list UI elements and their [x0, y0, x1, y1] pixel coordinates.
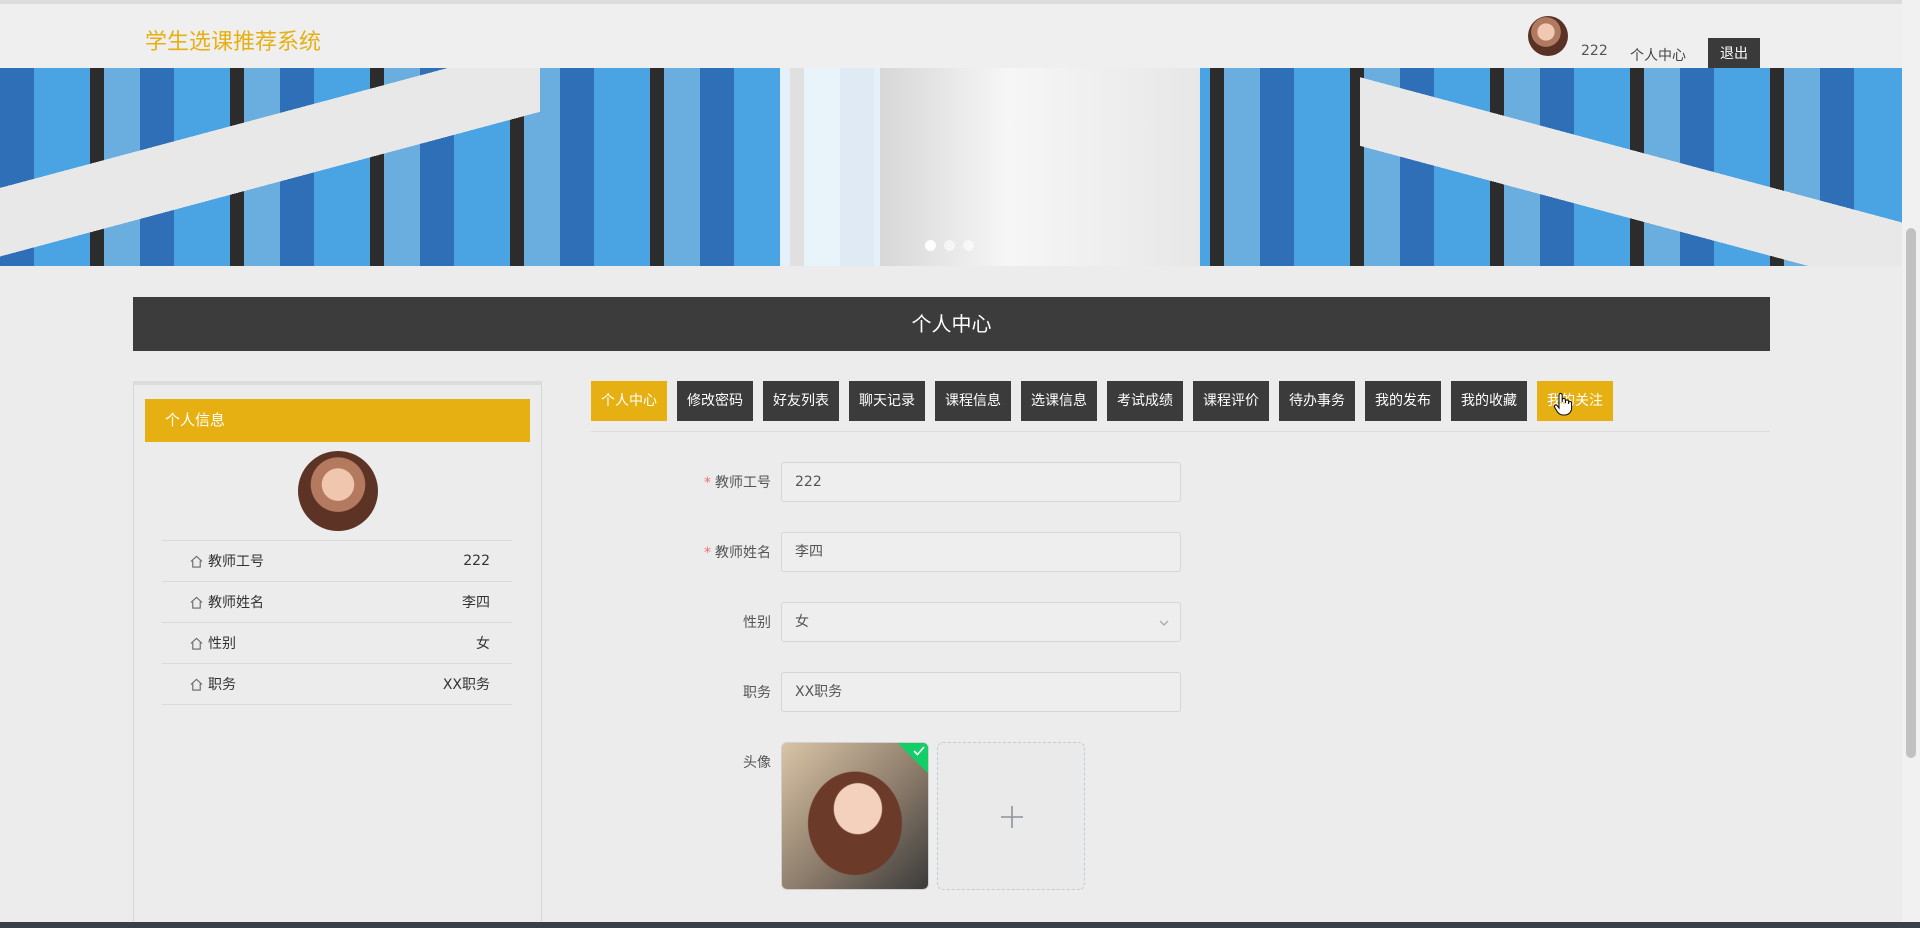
teacher-id-input[interactable]: 222 [781, 462, 1181, 502]
profile-row-label: 教师姓名 [208, 595, 264, 611]
tab-personal-center[interactable]: 个人中心 [591, 381, 667, 421]
profile-panel: 个人信息 教师工号 222 教师姓名 李四 性别 女 职务 XX职务 [133, 381, 542, 928]
taskbar-edge [0, 922, 1920, 928]
tab-selection-info[interactable]: 选课信息 [1021, 381, 1097, 421]
profile-row-label: 职务 [208, 677, 236, 693]
profile-info-list: 教师工号 222 教师姓名 李四 性别 女 职务 XX职务 [162, 540, 512, 705]
profile-row-label-wrap: 职务 [190, 674, 236, 694]
home-icon [190, 596, 203, 609]
tabs-divider [591, 431, 1770, 432]
site-brand[interactable]: 学生选课推荐系统 [145, 24, 321, 56]
banner-image-part [1360, 68, 1902, 266]
profile-row-teacher-name: 教师姓名 李四 [162, 582, 512, 623]
teacher-id-label: * 教师工号 [589, 472, 771, 492]
banner-image-part [880, 68, 1200, 266]
banner-image-part [0, 68, 540, 266]
check-icon [913, 746, 925, 756]
tab-todo[interactable]: 待办事务 [1279, 381, 1355, 421]
scrollbar-thumb[interactable] [1906, 228, 1916, 758]
carousel-dot[interactable] [944, 240, 955, 251]
profile-row-value: 女 [476, 636, 490, 652]
profile-row-gender: 性别 女 [162, 623, 512, 664]
home-icon [190, 637, 203, 650]
avatar-label: 头像 [743, 755, 771, 771]
tab-my-follows[interactable]: 我的关注 [1537, 381, 1613, 421]
tab-friend-list[interactable]: 好友列表 [763, 381, 839, 421]
profile-avatar [298, 451, 378, 531]
tab-chat-history[interactable]: 聊天记录 [849, 381, 925, 421]
tab-course-review[interactable]: 课程评价 [1193, 381, 1269, 421]
profile-row-label: 性别 [208, 636, 236, 652]
carousel-indicators [925, 240, 974, 251]
teacher-name-label-text: 教师姓名 [715, 545, 771, 561]
avatar-preview[interactable] [781, 742, 929, 890]
top-header: 学生选课推荐系统 222 个人中心 退出 [0, 0, 1902, 70]
carousel-dot[interactable] [963, 240, 974, 251]
required-mark: * [704, 545, 711, 561]
teacher-id-label-text: 教师工号 [715, 475, 771, 491]
required-mark: * [704, 475, 711, 491]
carousel-dot[interactable] [925, 240, 936, 251]
page-scrollbar[interactable] [1902, 0, 1920, 928]
chevron-down-icon [1159, 620, 1169, 626]
position-label: 职务 [743, 685, 771, 701]
center-tabs: 个人中心 修改密码 好友列表 聊天记录 课程信息 选课信息 考试成绩 课程评价 … [591, 381, 1613, 421]
page-title: 个人中心 [133, 297, 1770, 351]
profile-row-label-wrap: 教师姓名 [190, 592, 264, 612]
personal-center-link[interactable]: 个人中心 [1630, 45, 1686, 65]
gender-select[interactable]: 女 [781, 602, 1181, 642]
profile-row-teacher-id: 教师工号 222 [162, 541, 512, 582]
profile-panel-header: 个人信息 [145, 399, 530, 442]
position-input[interactable]: XX职务 [781, 672, 1181, 712]
profile-row-value: XX职务 [442, 677, 490, 693]
logout-button[interactable]: 退出 [1708, 38, 1760, 70]
profile-row-value: 222 [463, 553, 490, 569]
tab-course-info[interactable]: 课程信息 [935, 381, 1011, 421]
header-username: 222 [1581, 43, 1608, 59]
tab-exam-scores[interactable]: 考试成绩 [1107, 381, 1183, 421]
hand-cursor-icon [1553, 392, 1573, 416]
teacher-name-label: * 教师姓名 [589, 542, 771, 562]
profile-row-position: 职务 XX职务 [162, 664, 512, 705]
tab-my-favorites[interactable]: 我的收藏 [1451, 381, 1527, 421]
home-icon [190, 678, 203, 691]
profile-row-label-wrap: 教师工号 [190, 551, 264, 571]
home-icon [190, 555, 203, 568]
gender-label: 性别 [743, 615, 771, 631]
gender-select-value: 女 [795, 614, 809, 630]
profile-row-label-wrap: 性别 [190, 633, 236, 653]
profile-row-value: 李四 [462, 595, 490, 611]
plus-icon [1001, 806, 1023, 828]
user-avatar[interactable] [1528, 16, 1568, 56]
teacher-name-input[interactable]: 李四 [781, 532, 1181, 572]
banner-carousel[interactable] [0, 68, 1902, 266]
tab-my-posts[interactable]: 我的发布 [1365, 381, 1441, 421]
avatar-upload-button[interactable] [937, 742, 1085, 890]
tab-change-password[interactable]: 修改密码 [677, 381, 753, 421]
profile-row-label: 教师工号 [208, 554, 264, 570]
